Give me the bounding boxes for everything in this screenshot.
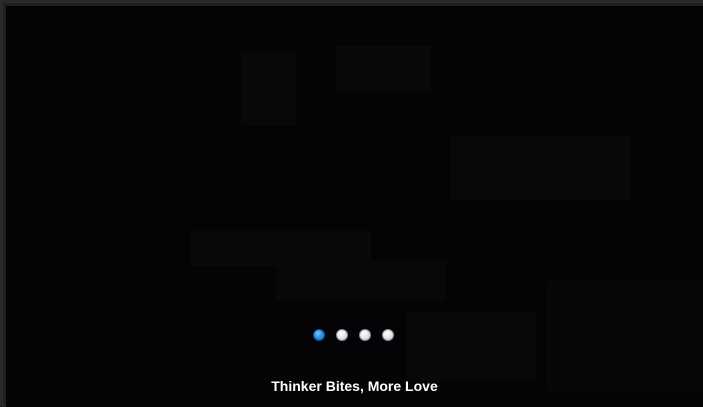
slideshow-frame: Thinker Bites, More Love xyxy=(0,0,703,407)
slide-dot-4[interactable] xyxy=(382,329,394,341)
slide-image-shape xyxy=(336,46,431,91)
slide-image-shape xyxy=(406,311,536,381)
slide-dot-1[interactable] xyxy=(313,329,325,341)
slide-image-shape xyxy=(546,281,703,391)
slide-image-shape xyxy=(451,136,631,201)
slide-caption: Thinker Bites, More Love xyxy=(271,378,438,394)
slide-dot-2[interactable] xyxy=(336,329,348,341)
slide-image xyxy=(6,6,703,407)
slide-pagination xyxy=(313,329,394,341)
slide-image-shape xyxy=(276,261,446,301)
slide-dot-3[interactable] xyxy=(359,329,371,341)
slide-image-shape xyxy=(241,51,296,126)
